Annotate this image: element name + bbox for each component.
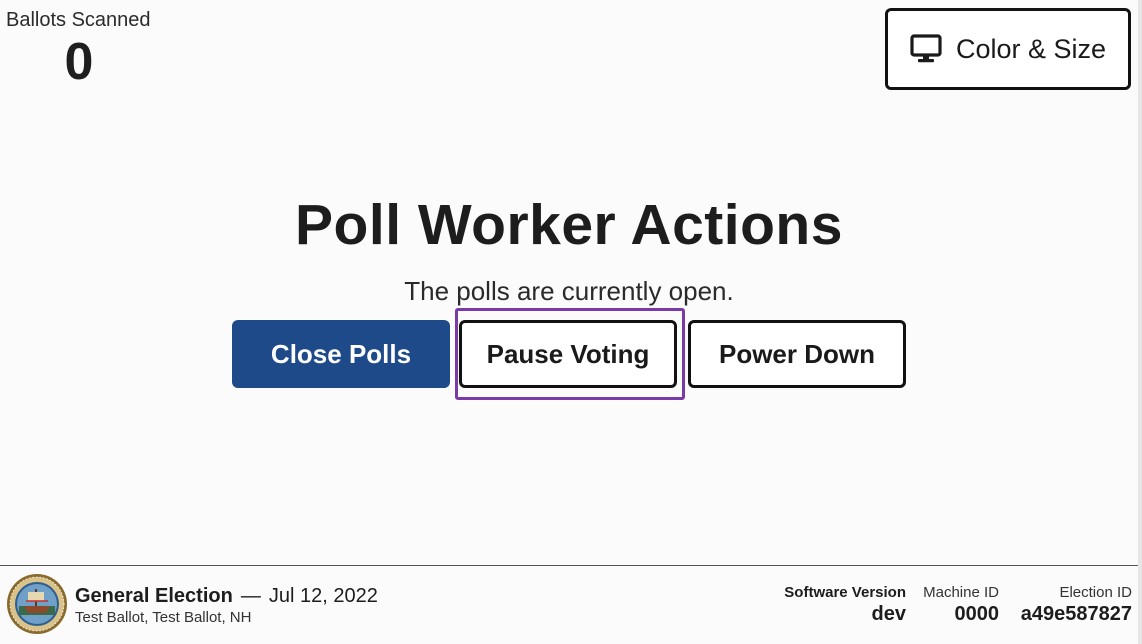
color-size-button[interactable]: Color & Size [885, 8, 1131, 90]
election-footer: General Election — Jul 12, 2022 Test Ballo… [0, 565, 1138, 644]
election-info: General Election — Jul 12, 2022 Test Ballo… [75, 583, 378, 627]
pause-voting-button[interactable]: Pause Voting [459, 320, 677, 388]
election-subtitle: Test Ballot, Test Ballot, NH [75, 609, 252, 626]
election-title-line: General Election — Jul 12, 2022 [75, 583, 378, 609]
ballots-scanned-count: 0 [64, 33, 94, 91]
machine-id-value: 0000 [954, 603, 1000, 625]
polls-status-text: The polls are currently open. [404, 276, 734, 306]
scanner-screen: Ballots Scanned 0 Color & Size Poll Work… [0, 0, 1142, 644]
election-id-value: a49e587827 [1020, 603, 1132, 625]
software-version-label: Software Version [784, 584, 906, 601]
election-name: General Election [75, 585, 233, 607]
machine-id-label: Machine ID [923, 584, 999, 601]
software-version: Software Version dev [784, 584, 906, 626]
election-date: Jul 12, 2022 [268, 585, 378, 607]
election-id: Election ID a49e587827 [1021, 584, 1132, 626]
software-version-value: dev [871, 603, 906, 625]
title-dash: — [240, 585, 261, 607]
color-size-label: Color & Size [955, 33, 1107, 64]
ballots-scanned-label: Ballots Scanned [6, 9, 151, 31]
ballot-count-panel: Ballots Scanned 0 [6, 8, 156, 90]
power-down-button[interactable]: Power Down [688, 320, 906, 388]
monitor-icon [910, 34, 942, 64]
election-id-label: Election ID [1059, 584, 1132, 601]
close-polls-button[interactable]: Close Polls [232, 320, 450, 388]
page-title: Poll Worker Actions [295, 193, 843, 257]
machine-id: Machine ID 0000 [923, 584, 999, 626]
state-seal-icon [6, 573, 68, 635]
